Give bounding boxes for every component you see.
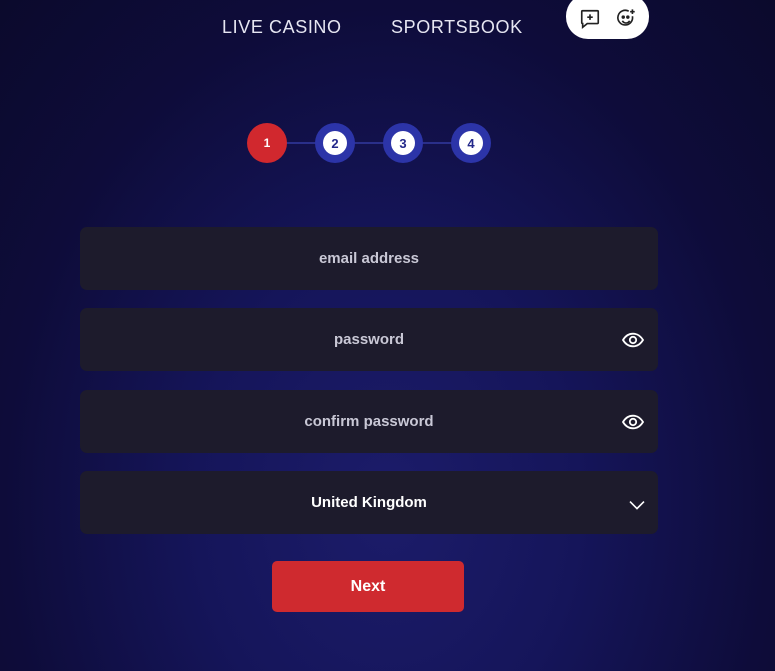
stepper-connector <box>267 142 470 144</box>
registration-stepper: 1 2 3 4 <box>247 123 492 163</box>
nav-link-live-casino[interactable]: LIVE CASINO <box>222 17 342 38</box>
step-2-number: 2 <box>323 131 347 155</box>
password-field <box>80 308 658 371</box>
floating-action-pill <box>566 0 649 39</box>
country-select[interactable]: United Kingdom <box>80 471 658 534</box>
step-2[interactable]: 2 <box>315 123 355 163</box>
step-4-number: 4 <box>459 131 483 155</box>
add-emoji-icon[interactable] <box>614 7 638 31</box>
eye-icon[interactable] <box>621 332 645 348</box>
add-comment-icon[interactable] <box>578 7 602 31</box>
step-3[interactable]: 3 <box>383 123 423 163</box>
country-select-value: United Kingdom <box>311 494 427 511</box>
eye-icon[interactable] <box>621 414 645 430</box>
password-input[interactable] <box>80 330 658 349</box>
step-1-number: 1 <box>263 136 271 150</box>
step-4[interactable]: 4 <box>451 123 491 163</box>
confirm-password-input[interactable] <box>80 412 658 431</box>
step-1[interactable]: 1 <box>247 123 287 163</box>
chevron-down-icon <box>628 497 646 510</box>
email-input[interactable] <box>80 249 658 268</box>
next-button[interactable]: Next <box>272 561 464 612</box>
top-navigation: LIVE CASINO SPORTSBOOK <box>0 0 775 56</box>
nav-link-sportsbook[interactable]: SPORTSBOOK <box>391 17 523 38</box>
email-field <box>80 227 658 290</box>
step-3-number: 3 <box>391 131 415 155</box>
confirm-password-field <box>80 390 658 453</box>
